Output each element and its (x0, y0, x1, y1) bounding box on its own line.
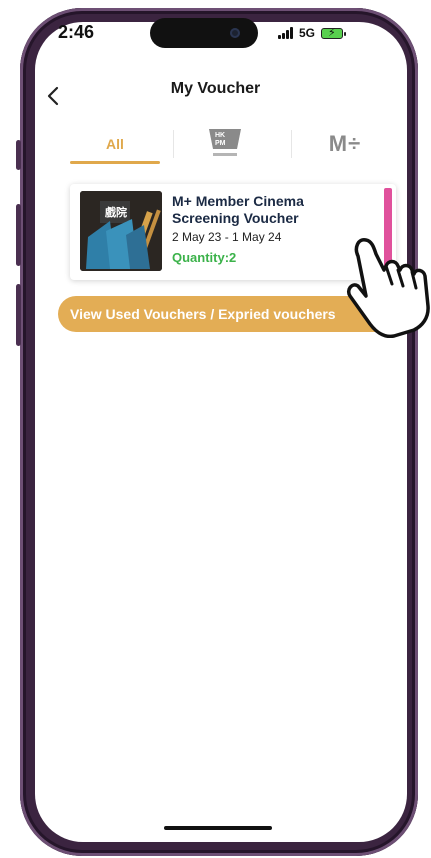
mplus-logo-icon: M÷ (328, 131, 362, 156)
tab-divider (173, 130, 174, 158)
view-used-vouchers-label: View Used Vouchers / Expried vouchers (70, 306, 336, 322)
svg-text:HK: HK (215, 132, 225, 139)
tab-bar: All HK PM M÷ (35, 120, 407, 168)
home-indicator[interactable] (164, 826, 272, 830)
status-time: 2:46 (58, 22, 95, 42)
voucher-thumbnail: 戲院 (80, 191, 162, 271)
tab-mplus[interactable]: M÷ (305, 120, 385, 168)
cinema-image-icon (80, 191, 162, 271)
battery-charging-icon: ⚡ (321, 27, 347, 39)
side-button-volume-up (16, 204, 21, 266)
svg-text:PM: PM (215, 140, 226, 147)
page-title: My Voucher (170, 80, 261, 97)
signal-bars-icon (278, 27, 293, 39)
voucher-quantity: Quantity:2 (172, 250, 237, 265)
tab-divider (291, 130, 292, 158)
tab-all-label: All (106, 136, 124, 152)
tab-selected-underline (70, 161, 160, 164)
side-button-silent (16, 140, 21, 170)
status-indicators: 5G ⚡ (278, 26, 347, 40)
tab-all[interactable]: All (70, 120, 160, 168)
side-button-volume-down (16, 284, 21, 346)
network-label: 5G (299, 26, 316, 40)
tab-hkpm[interactable]: HK PM (185, 120, 265, 168)
thumbnail-sign: 戲院 (105, 207, 127, 219)
camera-icon (230, 28, 240, 38)
dynamic-island (150, 18, 258, 48)
hand-pointer-icon (346, 238, 430, 338)
hkpm-logo-icon: HK PM (209, 129, 241, 156)
voucher-title: M+ Member Cinema Screening Voucher (172, 193, 304, 226)
voucher-dates: 2 May 23 - 1 May 24 (172, 230, 282, 244)
